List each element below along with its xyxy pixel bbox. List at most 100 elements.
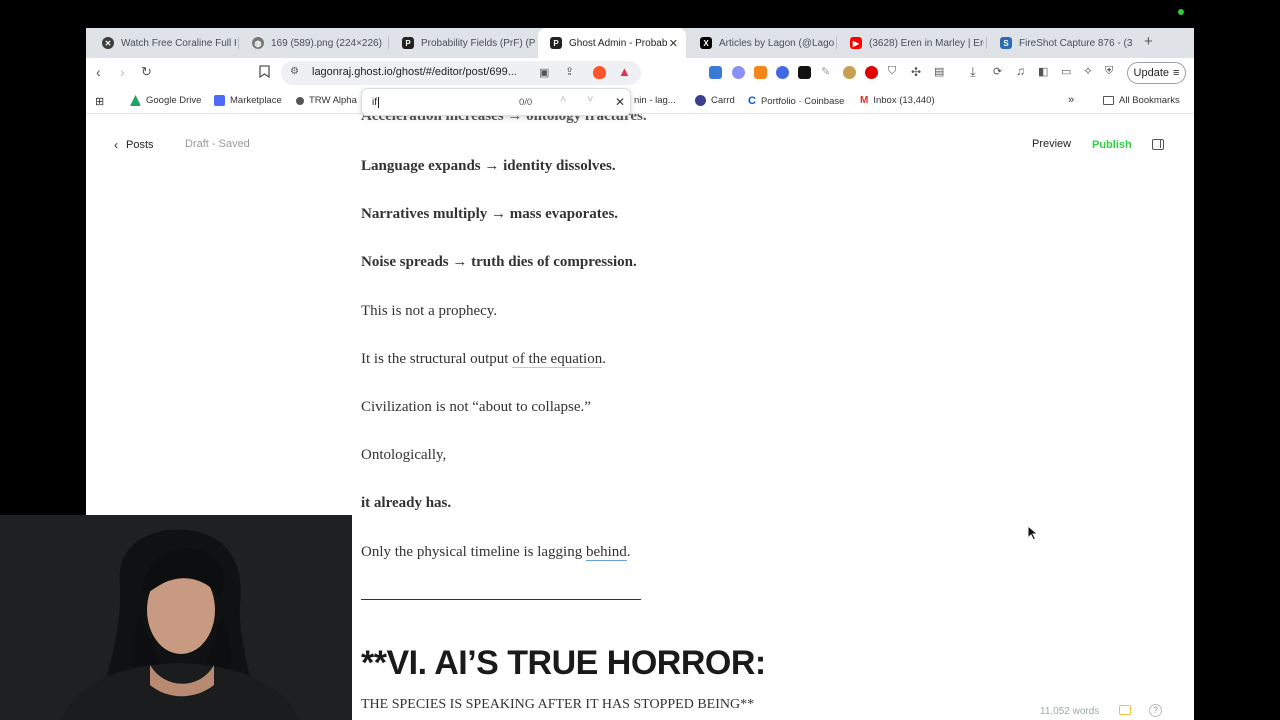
publish-button[interactable]: Publish <box>1092 139 1132 151</box>
paragraph[interactable]: Language expands → identity dissolves. <box>361 158 616 175</box>
close-icon[interactable]: ✕ <box>669 37 678 50</box>
x-logo-icon: X <box>700 37 712 49</box>
trw-icon <box>296 96 304 105</box>
back-icon[interactable]: ‹ <box>96 64 101 80</box>
paragraph[interactable]: This is not a prophecy. <box>361 303 497 320</box>
more-bookmarks-icon[interactable]: » <box>1068 94 1074 106</box>
preview-button[interactable]: Preview <box>1032 138 1071 150</box>
webcam-overlay <box>0 515 352 720</box>
bookmark-label: Marketplace <box>230 95 282 106</box>
url-text[interactable]: lagonraj.ghost.io/ghost/#/editor/post/69… <box>312 66 517 78</box>
extension-icon[interactable] <box>843 66 856 79</box>
site-settings-icon[interactable]: ⚙ <box>290 66 299 77</box>
bookmark-gmail[interactable]: M Inbox (13,440) <box>860 95 935 106</box>
menu-icon: ≡ <box>1173 67 1180 79</box>
find-next-icon[interactable]: ˅ <box>587 94 593 106</box>
sidebar-icon[interactable]: ◧ <box>1038 65 1048 78</box>
divider <box>361 599 641 600</box>
paragraph[interactable]: Narratives multiply → mass evaporates. <box>361 206 618 223</box>
bookmark-lag[interactable]: nin - lag... <box>634 95 676 106</box>
update-button[interactable]: Update ≡ <box>1127 62 1186 84</box>
brave-rewards-icon[interactable]: ▲ <box>618 64 631 79</box>
carrd-icon <box>695 95 706 106</box>
metamask-icon[interactable] <box>754 66 767 79</box>
download-icon[interactable]: ⤓ <box>970 64 976 80</box>
bookmark-label: nin - lag... <box>634 95 676 106</box>
puzzle-icon[interactable]: ✣ <box>911 65 921 79</box>
find-close-icon[interactable]: ✕ <box>615 95 625 109</box>
tab-probability-fields[interactable]: P Probability Fields (PrF) (Pa <box>390 28 536 58</box>
wallet-icon[interactable]: ▭ <box>1061 65 1071 78</box>
text-caret <box>378 97 382 108</box>
google-drive-icon <box>130 95 141 106</box>
tab-png[interactable]: ◍ 169 (589).png (224×226) <box>240 28 386 58</box>
sync-icon[interactable]: ⟳ <box>993 65 1002 78</box>
vpn-icon[interactable]: ⛨ <box>1105 65 1113 78</box>
section-heading[interactable]: **VI. AI’S TRUE HORROR: <box>361 644 766 683</box>
reader-mode-icon[interactable]: ▣ <box>539 66 549 79</box>
sidebar-toggle-icon[interactable] <box>1152 139 1164 150</box>
apps-grid-icon[interactable]: ⊞ <box>95 95 104 108</box>
leo-ai-icon[interactable]: ✧ <box>1083 64 1093 78</box>
shield-icon[interactable]: ⛉ <box>888 65 896 78</box>
globe-icon: ◍ <box>252 37 264 49</box>
tab-separator <box>388 37 389 49</box>
bookmark-carrd[interactable]: Carrd <box>695 95 735 106</box>
draft-status: Draft - Saved <box>185 138 250 150</box>
bookmark-trw-alpha[interactable]: TRW Alpha <box>296 95 357 106</box>
spellcheck-highlight[interactable]: of the equation <box>512 351 603 368</box>
all-bookmarks[interactable]: All Bookmarks <box>1103 95 1180 106</box>
email-icon[interactable] <box>1119 705 1131 715</box>
back-to-posts[interactable]: ‹ Posts <box>114 138 154 152</box>
section-subheading[interactable]: THE SPECIES IS SPEAKING AFTER IT HAS STO… <box>361 697 754 713</box>
paragraph[interactable]: Civilization is not “about to collapse.” <box>361 399 591 416</box>
gmail-icon: M <box>860 95 869 106</box>
pdf-icon: P <box>402 37 414 49</box>
tab-label: Probability Fields (PrF) (Pa <box>421 37 536 49</box>
text-run: . <box>602 351 606 367</box>
new-tab-plus-icon[interactable]: + <box>1144 33 1153 50</box>
grammar-highlight[interactable]: behind <box>585 544 627 561</box>
find-input[interactable]: if <box>372 97 382 108</box>
fireshot-icon: S <box>1000 37 1012 49</box>
paragraph[interactable]: It is the structural output of the equat… <box>361 351 606 368</box>
recording-indicator <box>1178 9 1184 15</box>
tab-label: FireShot Capture 876 - (3 <box>1019 37 1133 49</box>
tab-fireshot[interactable]: S FireShot Capture 876 - (3 <box>988 28 1138 58</box>
notion-icon[interactable] <box>798 66 811 79</box>
help-icon[interactable]: ? <box>1149 704 1162 717</box>
tab-label: (3628) Eren in Marley | Ere <box>869 37 984 49</box>
find-previous-icon[interactable]: ˄ <box>560 94 566 106</box>
paragraph[interactable]: Only the physical timeline is lagging be… <box>361 544 631 561</box>
paragraph[interactable]: Noise spreads → truth dies of compressio… <box>361 254 637 271</box>
bookmark-icon[interactable] <box>259 65 270 81</box>
tab-ghost-admin[interactable]: P Ghost Admin - Probab ✕ <box>538 28 686 58</box>
reload-icon[interactable]: ↻ <box>141 64 152 80</box>
mouse-cursor-icon <box>1027 525 1039 541</box>
pen-icon[interactable]: ✎ <box>821 65 830 78</box>
bookmark-coinbase[interactable]: C Portfolio · Coinbase <box>748 95 844 107</box>
forward-icon[interactable]: › <box>120 64 125 80</box>
folder-icon <box>1103 96 1114 105</box>
tab-youtube[interactable]: ▶ (3628) Eren in Marley | Ere <box>838 28 984 58</box>
extension-icon[interactable] <box>776 66 789 79</box>
tab-search-icon[interactable]: ▤ <box>934 65 944 78</box>
find-query: if <box>372 97 377 108</box>
bookmark-google-drive[interactable]: Google Drive <box>130 95 201 106</box>
bookmark-marketplace[interactable]: Marketplace <box>214 95 282 106</box>
tab-coraline[interactable]: ✕ Watch Free Coraline Full H <box>90 28 236 58</box>
tab-lagon-articles[interactable]: X Articles by Lagon (@Lagor <box>688 28 834 58</box>
music-icon[interactable]: ♫ <box>1016 64 1025 78</box>
all-bookmarks-label: All Bookmarks <box>1119 95 1180 106</box>
screenshot-extension-icon[interactable] <box>709 66 722 79</box>
pdf-icon: P <box>550 37 562 49</box>
text-run: It is the structural output <box>361 351 513 367</box>
share-icon[interactable]: ⇪ <box>565 65 574 78</box>
paragraph[interactable]: Ontologically, <box>361 447 446 464</box>
bookmark-label: TRW Alpha <box>309 95 357 106</box>
tab-label: 169 (589).png (224×226) <box>271 37 382 49</box>
brave-shields-icon[interactable] <box>593 66 606 79</box>
wallet-extension-icon[interactable] <box>732 66 745 79</box>
opera-icon[interactable] <box>865 66 878 79</box>
paragraph[interactable]: it already has. <box>361 495 451 512</box>
